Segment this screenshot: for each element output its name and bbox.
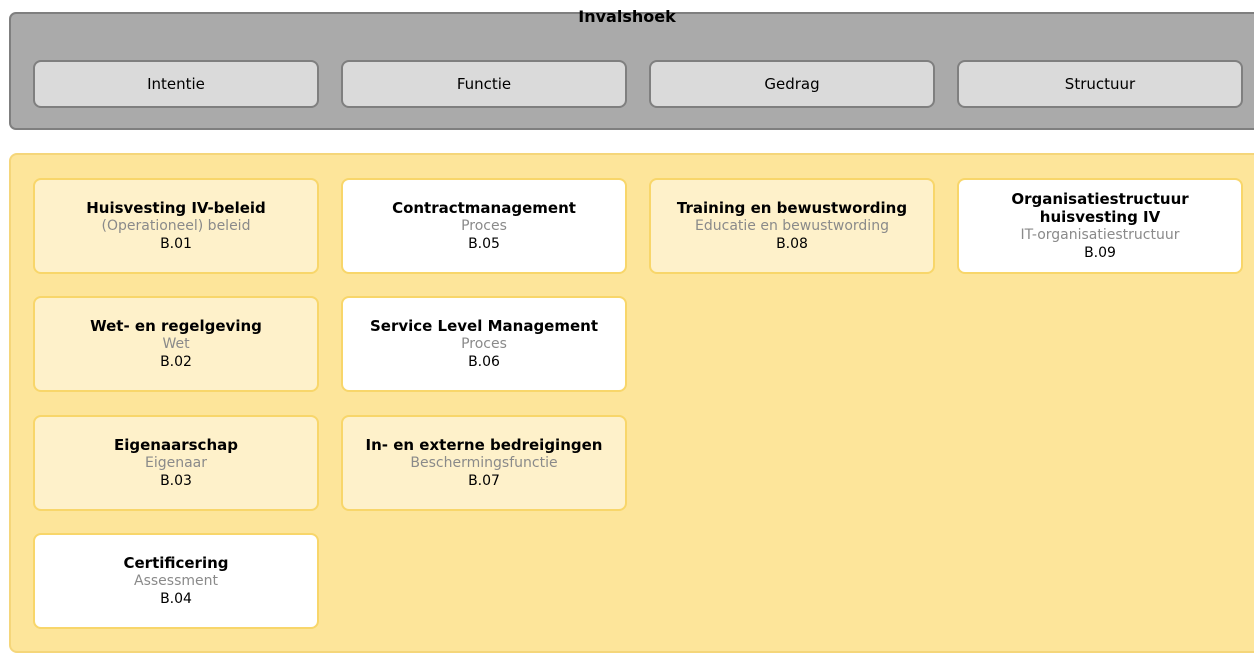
card-subtitle: IT-organisatiestructuur — [1020, 227, 1180, 243]
card-subtitle: Eigenaar — [144, 455, 208, 471]
card-b02[interactable]: Wet- en regelgeving Wet B.02 — [33, 296, 319, 392]
card-title: Wet- en regelgeving — [90, 317, 262, 335]
card-b06[interactable]: Service Level Management Proces B.06 — [341, 296, 627, 392]
card-title: Organisatiestructuur huisvesting IV — [1011, 190, 1189, 226]
card-b09[interactable]: Organisatiestructuur huisvesting IV IT-o… — [957, 178, 1243, 274]
card-code: B.02 — [160, 354, 192, 370]
card-code: B.03 — [160, 473, 192, 489]
header-title: Invalshoek — [578, 7, 676, 26]
card-title: Certificering — [123, 554, 229, 572]
card-code: B.09 — [1084, 245, 1116, 261]
card-code: B.08 — [776, 236, 808, 252]
view-functie-button[interactable]: Functie — [341, 60, 627, 108]
view-gedrag-button[interactable]: Gedrag — [649, 60, 935, 108]
card-b07[interactable]: In- en externe bedreigingen Beschermings… — [341, 415, 627, 511]
card-b03[interactable]: Eigenaarschap Eigenaar B.03 — [33, 415, 319, 511]
card-b05[interactable]: Contractmanagement Proces B.05 — [341, 178, 627, 274]
card-subtitle: Proces — [461, 218, 507, 234]
card-subtitle: (Operationeel) beleid — [101, 218, 251, 234]
card-title: Training en bewustwording — [676, 199, 908, 217]
card-title: Huisvesting IV-beleid — [86, 199, 266, 217]
card-subtitle: Beschermingsfunctie — [410, 455, 558, 471]
card-subtitle: Educatie en bewustwording — [695, 218, 889, 234]
card-code: B.01 — [160, 236, 192, 252]
card-code: B.06 — [468, 354, 500, 370]
card-title: Service Level Management — [369, 317, 599, 335]
card-b01[interactable]: Huisvesting IV-beleid (Operationeel) bel… — [33, 178, 319, 274]
card-b08[interactable]: Training en bewustwording Educatie en be… — [649, 178, 935, 274]
card-subtitle: Assessment — [134, 573, 218, 589]
card-title: In- en externe bedreigingen — [365, 436, 603, 454]
view-structuur-button[interactable]: Structuur — [957, 60, 1243, 108]
card-title: Contractmanagement — [392, 199, 576, 217]
card-code: B.07 — [468, 473, 500, 489]
card-b04[interactable]: Certificering Assessment B.04 — [33, 533, 319, 629]
card-subtitle: Proces — [461, 336, 507, 352]
view-intentie-button[interactable]: Intentie — [33, 60, 319, 108]
card-title: Eigenaarschap — [114, 436, 238, 454]
card-code: B.04 — [160, 591, 192, 607]
card-code: B.05 — [468, 236, 500, 252]
card-subtitle: Wet — [162, 336, 190, 352]
